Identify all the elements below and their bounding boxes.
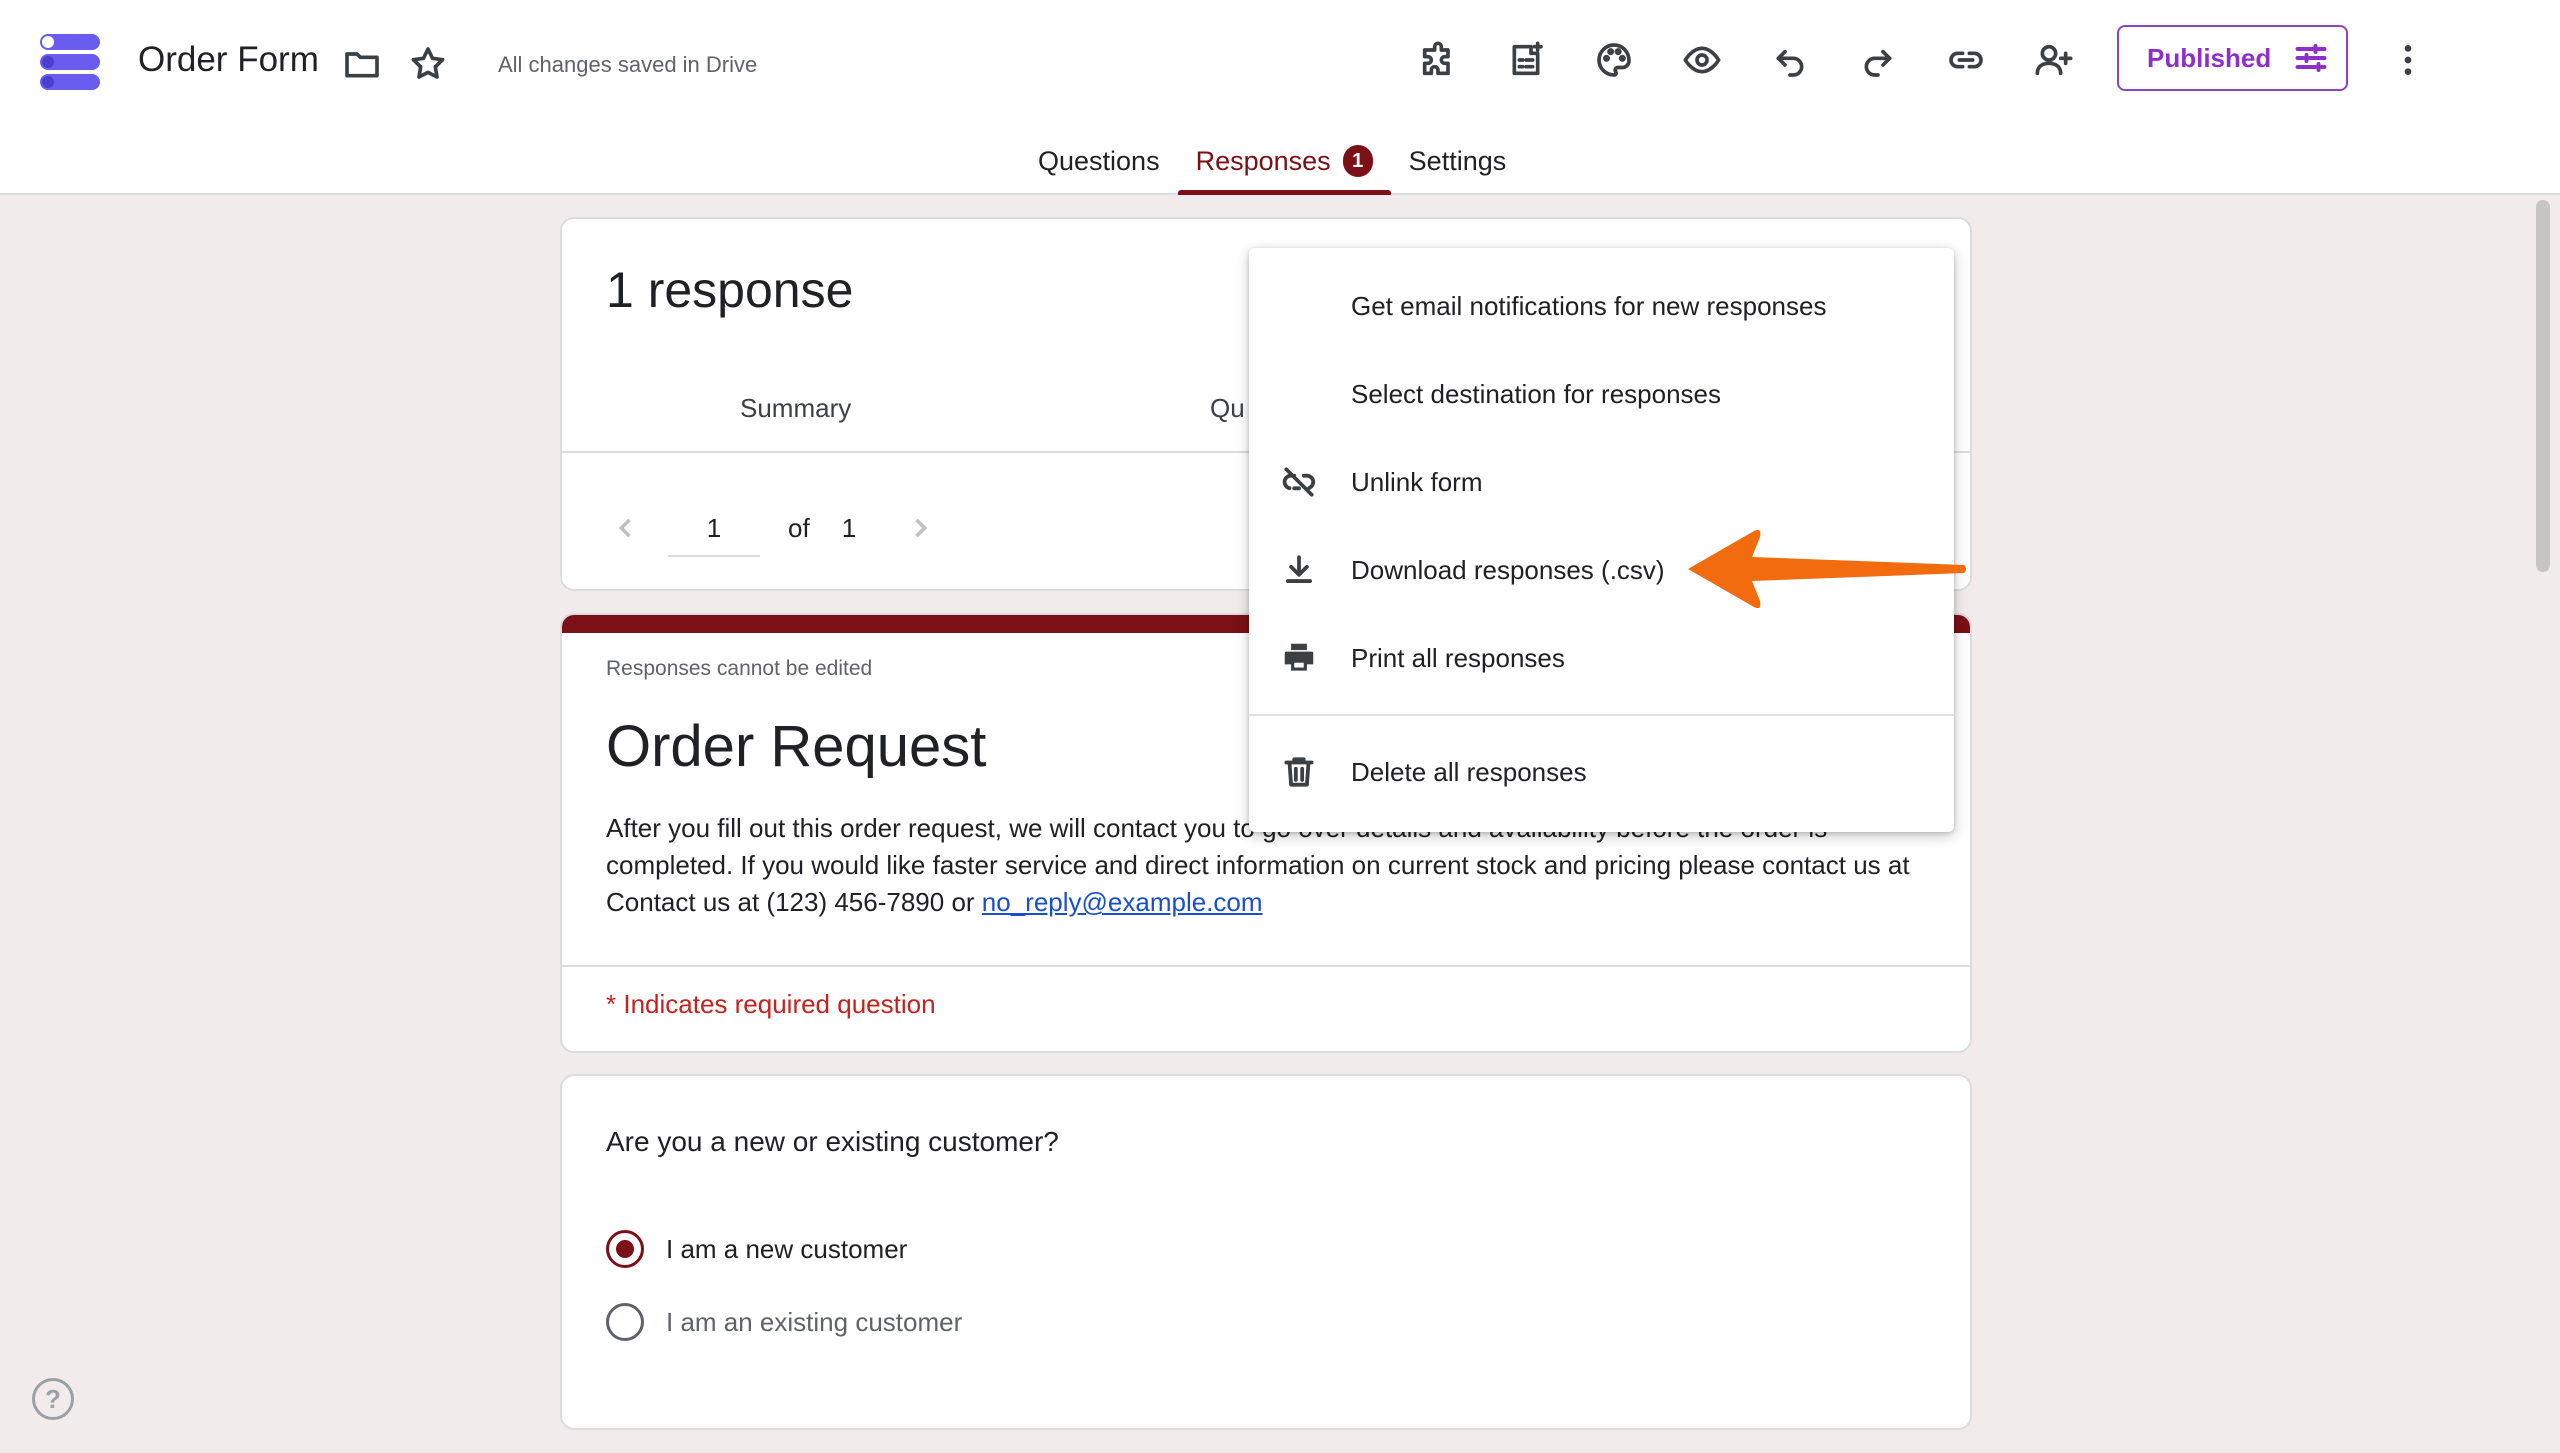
radio-checked[interactable] — [606, 1230, 644, 1268]
tab-questions[interactable]: Questions — [1020, 130, 1178, 195]
undo-icon[interactable] — [1762, 32, 1818, 88]
divider — [562, 965, 1970, 967]
link-icon[interactable] — [1938, 32, 1994, 88]
required-note: * Indicates required question — [606, 989, 936, 1019]
tab-label: Responses — [1195, 146, 1331, 176]
palette-icon[interactable] — [1586, 32, 1642, 88]
menu-item-delete-all[interactable]: Delete all responses — [1249, 728, 1954, 816]
menu-item-select-destination[interactable]: Select destination for responses — [1249, 350, 1954, 438]
tab-label: Questions — [1038, 146, 1160, 176]
tune-icon — [2295, 44, 2327, 72]
menu-item-unlink-form[interactable]: Unlink form — [1249, 438, 1954, 526]
menu-item-label: Download responses (.csv) — [1351, 554, 1665, 585]
ai-form-icon[interactable] — [1498, 32, 1554, 88]
option-label: I am a new customer — [666, 1233, 908, 1264]
subtab-question[interactable]: Qu — [1210, 393, 1245, 424]
trash-icon — [1277, 750, 1321, 794]
add-ons-icon[interactable] — [1410, 32, 1466, 88]
question-card: Are you a new or existing customer? I am… — [560, 1074, 1972, 1430]
form-tabs: Questions Responses 1 Settings — [1020, 130, 1524, 195]
responses-count-badge: 1 — [1342, 145, 1373, 177]
unlink-icon — [1277, 460, 1321, 504]
response-pager: 1 of 1 — [606, 499, 940, 557]
redo-icon[interactable] — [1850, 32, 1906, 88]
pager-total: 1 — [841, 512, 857, 543]
forms-logo-icon[interactable] — [38, 32, 102, 92]
print-icon — [1277, 636, 1321, 680]
menu-item-email-notifications[interactable]: Get email notifications for new response… — [1249, 262, 1954, 350]
menu-item-label: Unlink form — [1351, 466, 1483, 497]
page-scrollbar[interactable] — [2536, 200, 2550, 572]
edit-notice: Responses cannot be edited — [606, 657, 873, 680]
menu-item-label: Delete all responses — [1351, 756, 1587, 787]
help-icon[interactable]: ? — [32, 1378, 74, 1420]
preview-eye-icon[interactable] — [1674, 32, 1730, 88]
star-icon[interactable] — [400, 36, 456, 92]
option-new-customer[interactable]: I am a new customer — [606, 1230, 907, 1268]
download-icon — [1277, 548, 1321, 592]
subtab-summary[interactable]: Summary — [740, 393, 851, 424]
menu-item-label: Get email notifications for new response… — [1351, 290, 1827, 321]
chevron-right-icon[interactable] — [900, 508, 940, 548]
option-existing-customer[interactable]: I am an existing customer — [606, 1303, 962, 1341]
add-collaborator-icon[interactable] — [2026, 32, 2082, 88]
menu-item-label: Print all responses — [1351, 642, 1565, 673]
page-number-input[interactable]: 1 — [668, 499, 760, 557]
tab-settings[interactable]: Settings — [1391, 130, 1525, 195]
menu-item-label: Select destination for responses — [1351, 378, 1721, 409]
folder-icon[interactable] — [334, 36, 390, 92]
save-status: All changes saved in Drive — [498, 52, 758, 77]
annotation-arrow-icon — [1688, 529, 1966, 609]
form-title[interactable]: Order Form — [138, 40, 319, 80]
response-count: 1 response — [606, 262, 854, 318]
app-header: Order Form All changes saved in Drive Pu… — [0, 0, 2560, 195]
published-label: Published — [2147, 42, 2272, 73]
published-button[interactable]: Published — [2117, 25, 2348, 91]
menu-divider — [1249, 714, 1954, 716]
contact-email-link[interactable]: no_reply@example.com — [982, 887, 1263, 917]
tab-label: Settings — [1408, 146, 1507, 176]
pager-of-label: of — [788, 512, 810, 543]
chevron-left-icon[interactable] — [606, 508, 646, 548]
tab-responses[interactable]: Responses 1 — [1177, 130, 1391, 195]
question-title: Are you a new or existing customer? — [606, 1126, 1059, 1157]
more-options-icon[interactable] — [2380, 32, 2436, 88]
radio-unchecked[interactable] — [606, 1303, 644, 1341]
form-heading: Order Request — [606, 714, 987, 779]
option-label: I am an existing customer — [666, 1306, 963, 1337]
menu-item-print-all[interactable]: Print all responses — [1249, 614, 1954, 702]
